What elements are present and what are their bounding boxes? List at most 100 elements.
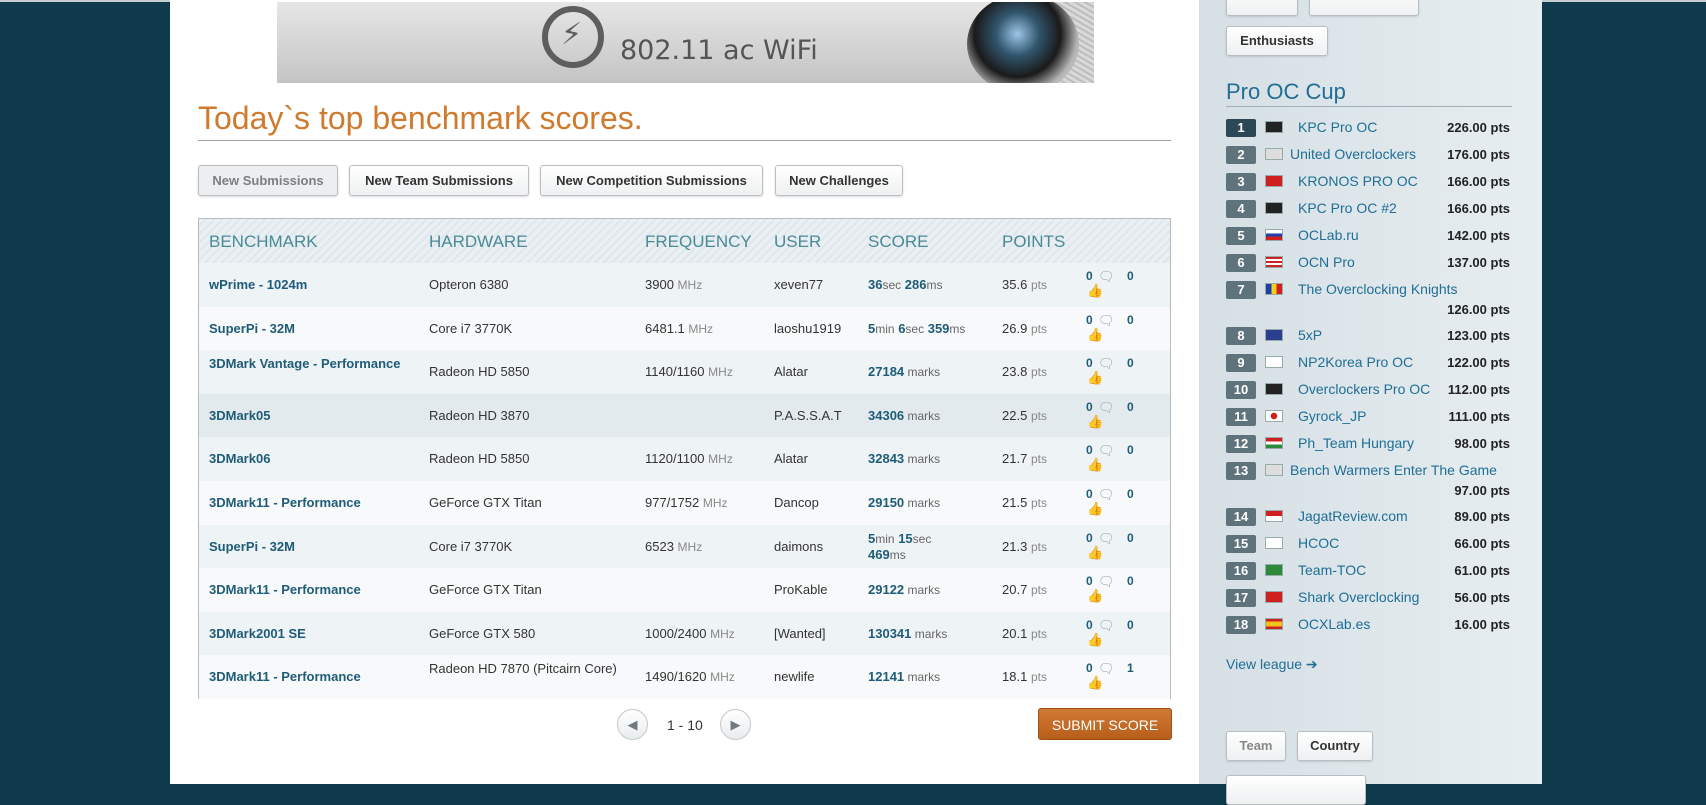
hardware-link[interactable]: GeForce GTX Titan — [429, 582, 619, 598]
benchmark-link[interactable]: 3DMark Vantage - Performance — [209, 356, 419, 372]
submit-score-button[interactable]: SUBMIT SCORE — [1038, 708, 1172, 740]
team-link[interactable]: OCN Pro — [1298, 254, 1355, 270]
hardware-link[interactable]: GeForce GTX 580 — [429, 626, 619, 642]
score-cell[interactable]: 32843 marks — [868, 451, 998, 467]
tab-new-competition-submissions[interactable]: New Competition Submissions — [540, 165, 763, 196]
user-link[interactable]: newlife — [774, 669, 814, 685]
thumbs-up-icon[interactable]: 👍 — [1087, 501, 1103, 517]
ad-banner[interactable]: ⚡ 802.11 ac WiFi — [277, 2, 1094, 83]
team-link[interactable]: Bench Warmers Enter The Game — [1290, 462, 1497, 478]
hardware-link[interactable]: Core i7 3770K — [429, 321, 619, 337]
score-cell[interactable]: 29150 marks — [868, 495, 998, 511]
hardware-link[interactable]: Opteron 6380 — [429, 277, 619, 293]
next-page-button[interactable]: ▶ — [720, 709, 751, 740]
benchmark-link[interactable]: SuperPi - 32M — [209, 321, 419, 337]
score-cell[interactable]: 29122 marks — [868, 582, 998, 598]
team-link[interactable]: Overclockers Pro OC — [1298, 381, 1430, 397]
hardware-link[interactable]: Core i7 3770K — [429, 539, 619, 555]
team-link[interactable]: JagatReview.com — [1298, 508, 1408, 524]
col-benchmark[interactable]: BENCHMARK — [209, 232, 318, 252]
thumbs-up-icon[interactable]: 👍 — [1087, 457, 1103, 473]
benchmark-link[interactable]: 3DMark2001 SE — [209, 626, 419, 642]
col-score[interactable]: SCORE — [868, 232, 928, 252]
score-unit: sec — [905, 321, 925, 336]
sidebar-top-button-1[interactable] — [1226, 0, 1298, 16]
team-link[interactable]: OCLab.ru — [1298, 227, 1359, 243]
user-link[interactable]: [Wanted] — [774, 626, 826, 642]
enthusiasts-button[interactable]: Enthusiasts — [1226, 26, 1328, 56]
hardware-link[interactable]: Radeon HD 3870 — [429, 408, 619, 424]
user-link[interactable]: ProKable — [774, 582, 827, 598]
team-link[interactable]: 5xP — [1298, 327, 1322, 343]
benchmark-link[interactable]: SuperPi - 32M — [209, 539, 419, 555]
tab-new-team-submissions[interactable]: New Team Submissions — [349, 165, 529, 196]
tab-team[interactable]: Team — [1226, 731, 1286, 761]
thumbs-up-icon[interactable]: 👍 — [1087, 588, 1103, 604]
sidebar-top-button-2[interactable] — [1309, 0, 1419, 16]
score-cell[interactable]: 12141 marks — [868, 669, 998, 685]
tab-new-challenges[interactable]: New Challenges — [775, 165, 903, 196]
col-user[interactable]: USER — [774, 232, 821, 252]
team-link[interactable]: OCXLab.es — [1298, 616, 1370, 632]
team-link[interactable]: Ph_Team Hungary — [1298, 435, 1414, 451]
score-unit: marks — [911, 626, 948, 641]
team-link[interactable]: Gyrock_JP — [1298, 408, 1366, 424]
user-link[interactable]: Dancop — [774, 495, 819, 511]
thumbs-up-icon[interactable]: 👍 — [1087, 632, 1103, 648]
benchmark-link[interactable]: 3DMark11 - Performance — [209, 669, 419, 685]
team-link[interactable]: KPC Pro OC #2 — [1298, 200, 1397, 216]
thumbs-up-icon[interactable]: 👍 — [1087, 283, 1103, 299]
score-cell[interactable]: 5min 6sec 359ms — [868, 321, 998, 337]
thumbs-up-icon[interactable]: 👍 — [1087, 327, 1103, 343]
benchmark-link[interactable]: wPrime - 1024m — [209, 277, 419, 293]
benchmark-link[interactable]: 3DMark06 — [209, 451, 419, 467]
col-frequency[interactable]: FREQUENCY — [645, 232, 752, 252]
team-link[interactable]: Shark Overclocking — [1298, 589, 1419, 605]
hardware-link[interactable]: Radeon HD 7870 (Pitcairn Core) — [429, 661, 619, 677]
team-link[interactable]: KRONOS PRO OC — [1298, 173, 1418, 189]
team-link[interactable]: HCOC — [1298, 535, 1339, 551]
score-cell[interactable]: 130341 marks — [868, 626, 998, 642]
hardware-link[interactable]: Radeon HD 5850 — [429, 451, 619, 467]
team-link[interactable]: Team-TOC — [1298, 562, 1366, 578]
score-value: 32843 — [868, 451, 905, 467]
thumbs-up-icon[interactable]: 👍 — [1087, 370, 1103, 386]
points-cell: 20.7 pts — [1002, 582, 1047, 598]
col-points[interactable]: POINTS — [1002, 232, 1065, 252]
team-link[interactable]: United Overclockers — [1290, 146, 1416, 162]
thumbs-up-icon[interactable]: 👍 — [1087, 545, 1103, 561]
rank-badge: 15 — [1226, 535, 1256, 553]
user-link[interactable]: laoshu1919 — [774, 321, 841, 337]
benchmark-link[interactable]: 3DMark11 - Performance — [209, 582, 419, 598]
tab-new-submissions[interactable]: New Submissions — [198, 165, 338, 196]
banner-text: 802.11 ac WiFi — [620, 35, 818, 66]
thumbs-up-icon[interactable]: 👍 — [1087, 675, 1103, 691]
team-link[interactable]: KPC Pro OC — [1298, 119, 1377, 135]
col-hardware[interactable]: HARDWARE — [429, 232, 528, 252]
user-link[interactable]: Alatar — [774, 451, 808, 467]
score-value: 29150 — [868, 495, 905, 510]
thumbs-up-icon[interactable]: 👍 — [1087, 414, 1103, 430]
prev-page-button[interactable]: ◀ — [617, 709, 648, 740]
sidebar-select[interactable] — [1226, 775, 1366, 805]
score-unit: sec — [912, 531, 932, 546]
team-link[interactable]: The Overclocking Knights — [1298, 281, 1458, 297]
benchmark-link[interactable]: 3DMark05 — [209, 408, 419, 424]
score-cell[interactable]: 34306 marks — [868, 408, 998, 424]
score-cell[interactable]: 27184 marks — [868, 364, 998, 380]
hardware-link[interactable]: GeForce GTX Titan — [429, 495, 619, 511]
user-link[interactable]: Alatar — [774, 364, 808, 380]
score-cell[interactable]: 36sec 286ms — [868, 277, 998, 293]
score-unit: min — [875, 531, 895, 546]
user-link[interactable]: daimons — [774, 539, 823, 555]
rank-badge: 16 — [1226, 562, 1256, 580]
score-unit: ms — [949, 321, 966, 336]
score-cell[interactable]: 5min 15sec 469ms — [868, 531, 948, 563]
tab-country[interactable]: Country — [1297, 731, 1373, 761]
view-league-link[interactable]: View league ➔ — [1226, 656, 1318, 673]
user-link[interactable]: xeven77 — [774, 277, 823, 293]
benchmark-link[interactable]: 3DMark11 - Performance — [209, 495, 419, 511]
team-link[interactable]: NP2Korea Pro OC — [1298, 354, 1413, 370]
user-link[interactable]: P.A.S.S.A.T — [774, 408, 842, 424]
hardware-link[interactable]: Radeon HD 5850 — [429, 364, 619, 380]
